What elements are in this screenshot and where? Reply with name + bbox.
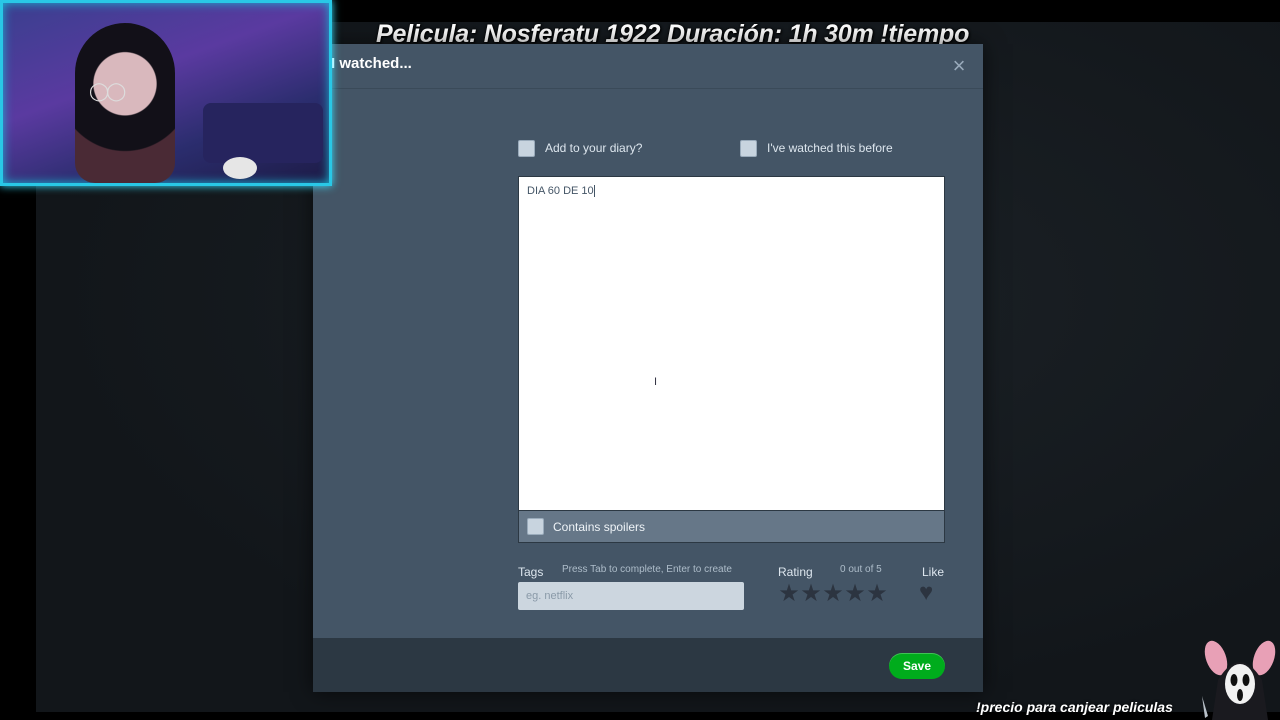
webcam-streamer (75, 23, 175, 183)
add-to-diary-checkbox[interactable] (518, 139, 535, 157)
text-cursor-icon: I (654, 376, 658, 388)
tags-label: Tags (518, 565, 544, 579)
modal-footer: Save (313, 638, 983, 692)
like-label: Like (922, 565, 945, 579)
watched-before-checkbox[interactable] (740, 139, 757, 157)
text-caret (593, 185, 595, 198)
add-to-diary-option[interactable]: Add to your diary? (518, 139, 643, 157)
contains-spoilers-label: Contains spoilers (553, 519, 646, 534)
webcam-lamp (223, 157, 257, 179)
modal-header: I watched... × (313, 44, 983, 89)
webcam-overlay: ◯◯ (0, 0, 332, 186)
rating-count: 0 out of 5 (840, 564, 882, 575)
star-icon[interactable]: ★ (778, 582, 800, 606)
watched-before-option[interactable]: I've watched this before (740, 139, 893, 157)
tags-input[interactable] (518, 582, 744, 610)
heart-icon[interactable]: ♥ (919, 581, 933, 605)
webcam-glasses: ◯◯ (89, 81, 126, 101)
contains-spoilers-checkbox[interactable] (527, 518, 544, 535)
star-icon[interactable]: ★ (866, 582, 888, 606)
rating-label: Rating (778, 565, 813, 579)
star-icon[interactable]: ★ (822, 582, 844, 606)
review-text: DIA 60 DE 10 (527, 185, 595, 198)
review-textarea[interactable]: DIA 60 DE 10 I (518, 176, 945, 511)
ghostface-mascot-icon (1202, 640, 1276, 720)
save-button[interactable]: Save (889, 653, 945, 679)
contains-spoilers-option[interactable]: Contains spoilers (518, 511, 945, 543)
watched-before-label: I've watched this before (767, 141, 893, 155)
star-icon[interactable]: ★ (844, 582, 866, 606)
tags-hint: Press Tab to complete, Enter to create (562, 564, 732, 575)
add-to-diary-label: Add to your diary? (545, 141, 643, 155)
log-film-modal: I watched... × Add to your diary? I've w… (313, 44, 983, 692)
star-icon[interactable]: ★ (800, 582, 822, 606)
stream-bottom-text: !precio para canjear peliculas (976, 699, 1173, 715)
close-icon[interactable]: × (949, 55, 969, 77)
webcam-background-pillow (203, 103, 323, 163)
star-rating[interactable]: ★ ★ ★ ★ ★ (778, 582, 888, 606)
modal-title: I watched... (331, 55, 412, 72)
